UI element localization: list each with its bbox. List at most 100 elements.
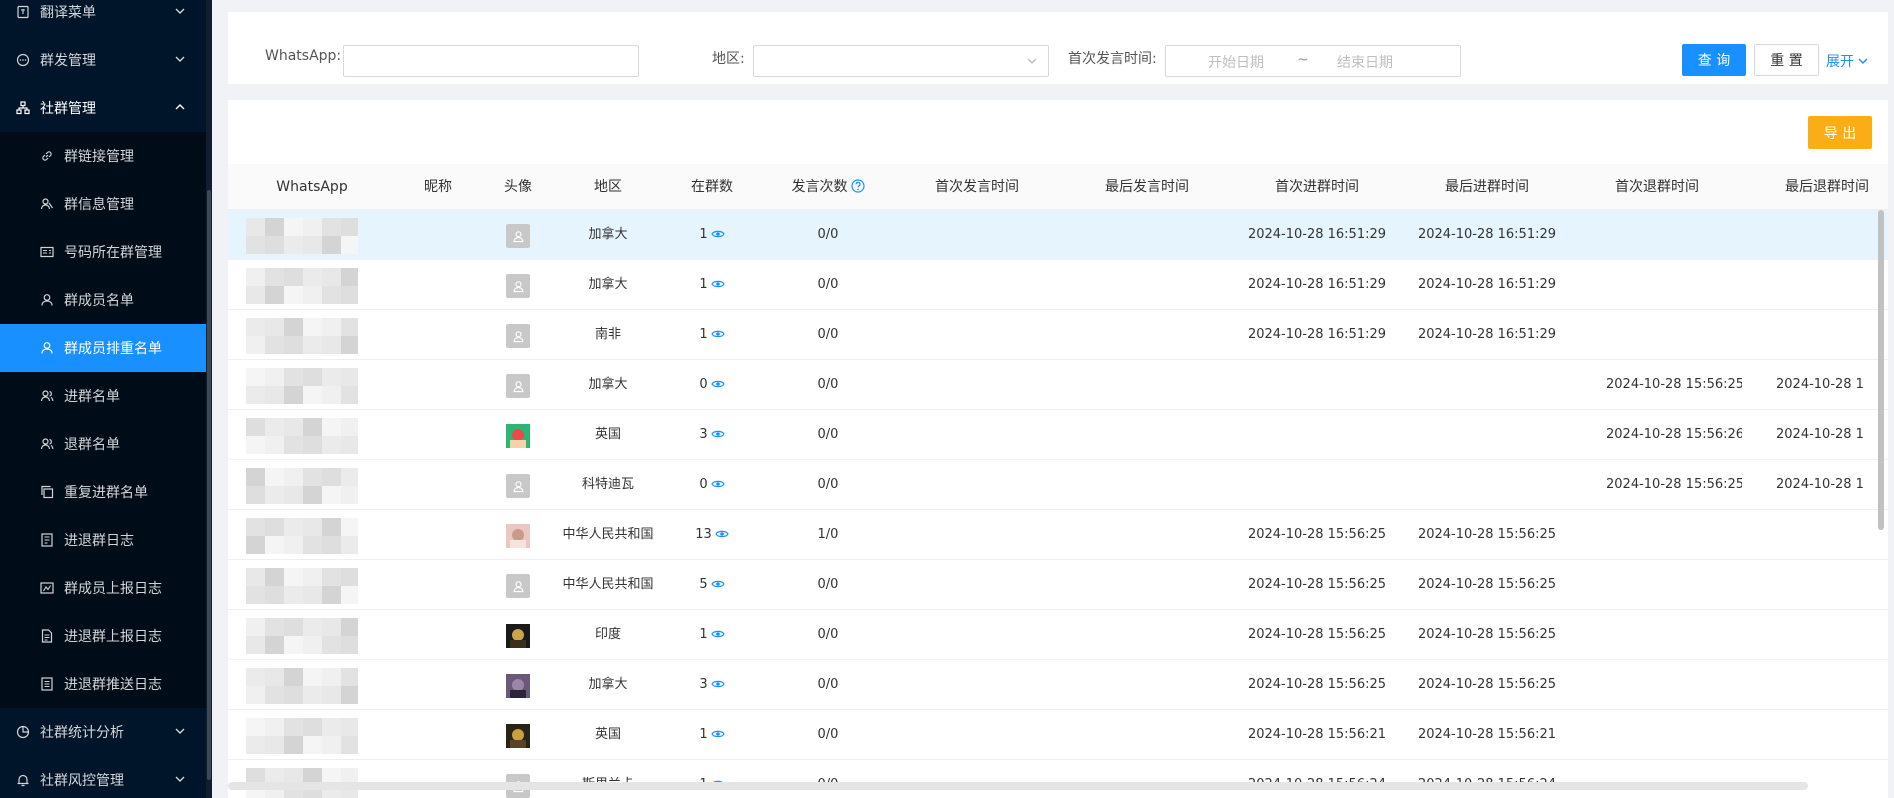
cell-group-count[interactable]: 1 [660,760,764,798]
whatsapp-label: WhatsApp: [265,48,342,64]
eye-icon[interactable] [710,411,725,438]
sidebar-item-label: 进退群上报日志 [64,629,162,645]
cell-first-speak [892,460,1062,510]
cell-value: 0/0 [817,677,839,692]
cell-nickname [396,310,480,360]
cell-group-count[interactable]: 13 [660,510,764,560]
query-button[interactable]: 查 询 [1682,44,1746,76]
sidebar-item-11[interactable]: 进退群日志 [0,516,206,564]
sidebar-scrollbar[interactable] [206,0,212,798]
cell-group-count[interactable]: 1 [660,310,764,360]
cell-last-speak [1062,510,1232,560]
table-row[interactable]: 加拿大 0 0/0 2024-10-28 15:56:25 2024-10-28 1 [228,360,1888,410]
sidebar-item-13[interactable]: 进退群上报日志 [0,612,206,660]
region-label: 地区: [712,51,745,67]
cell-group-count[interactable]: 3 [660,660,764,710]
column-header-label: 首次退群时间 [1615,179,1699,195]
sidebar-item-1[interactable]: 群发管理 [0,36,206,84]
sidebar-item-12[interactable]: 群成员上报日志 [0,564,206,612]
cell-value: 0/0 [817,627,839,642]
eye-icon[interactable] [715,511,729,538]
export-button[interactable]: 导 出 [1808,116,1872,149]
table-row[interactable]: 印度 1 0/0 2024-10-28 15:56:25 2024-10-28 15:5… [228,610,1888,660]
cell-value: 1 [699,327,708,342]
sidebar-item-8[interactable]: 进群名单 [0,372,206,420]
cell-group-count[interactable]: 1 [660,260,764,310]
expand-link[interactable]: 展开 [1826,51,1869,71]
cell-speak-count: 0/0 [764,260,892,310]
cell-value: 3 [699,677,708,692]
sidebar-item-14[interactable]: 进退群推送日志 [0,660,206,708]
question-circle-icon[interactable] [850,166,865,193]
cell-value: 2024-10-28 16:51:29 [1417,227,1557,242]
cell-value: 2024-10-28 16:51:29 [1247,327,1387,342]
cell-group-count[interactable]: 5 [660,560,764,610]
cell-first-leave [1572,760,1742,798]
cell-group-count[interactable]: 0 [660,460,764,510]
eye-icon[interactable] [710,561,725,588]
table-row[interactable]: 加拿大 3 0/0 2024-10-28 15:56:25 2024-10-28 15:… [228,660,1888,710]
cell-last-speak [1062,710,1232,760]
redacted-whatsapp-number [246,718,360,754]
cell-value: 5 [699,577,708,592]
sidebar-item-6[interactable]: 群成员名单 [0,276,206,324]
default-avatar-icon [506,324,530,348]
sidebar-item-4[interactable]: 群信息管理 [0,180,206,228]
sidebar-item-16[interactable]: 社群风控管理 [0,756,206,798]
table-row[interactable]: 中华人民共和国 13 1/0 2024-10-28 15:56:25 2024-10-2… [228,510,1888,560]
col-last-leave-time-header: 最后退群时间 [1742,164,1888,210]
eye-icon[interactable] [710,711,725,738]
sidebar-item-9[interactable]: 退群名单 [0,420,206,468]
sidebar-item-0[interactable]: 翻译菜单 [0,0,206,36]
eye-icon[interactable] [710,311,725,338]
table-row[interactable]: 加拿大 1 0/0 2024-10-28 16:51:29 2024-10-28 16:… [228,260,1888,310]
end-date-input[interactable]: 结束日期 [1337,52,1393,72]
reset-button[interactable]: 重 置 [1754,44,1819,76]
cell-last-speak [1062,760,1232,798]
cell-group-count[interactable]: 0 [660,360,764,410]
eye-icon[interactable] [710,261,725,288]
sidebar-item-10[interactable]: 重复进群名单 [0,468,206,516]
sidebar-scrollbar-thumb[interactable] [207,190,211,780]
sidebar-item-7[interactable]: 群成员排重名单 [0,324,206,372]
table-row[interactable]: 斯里兰卡10/0 2024-10-28 15:56:242024-10-28 15… [228,760,1888,798]
table-vertical-scrollbar[interactable] [1878,210,1884,530]
eye-icon[interactable] [710,661,725,688]
cell-group-count[interactable]: 1 [660,210,764,260]
cell-group-count[interactable]: 1 [660,610,764,660]
eye-icon[interactable] [710,361,725,388]
cell-value: 2024-10-28 1 [1776,427,1864,442]
eye-icon[interactable] [710,761,725,788]
table-row[interactable]: 加拿大 1 0/0 2024-10-28 16:51:29 2024-10-28 16:… [228,210,1888,260]
cell-first-join: 2024-10-28 15:56:25 [1232,510,1402,560]
table-horizontal-scrollbar[interactable] [228,782,1808,790]
chevron-down-icon [174,773,186,785]
cell-first-join [1232,410,1402,460]
cell-first-leave: 2024-10-28 15:56:26 [1572,410,1742,460]
chevron-down-icon [174,5,186,17]
sidebar-item-5[interactable]: 号码所在群管理 [0,228,206,276]
redacted-whatsapp-number [246,368,360,404]
start-date-input[interactable]: 开始日期 [1208,52,1264,72]
cell-last-speak [1062,610,1232,660]
cell-value: 0/0 [817,577,839,592]
sidebar-item-3[interactable]: 群链接管理 [0,132,206,180]
table-row[interactable]: 英国 3 0/0 2024-10-28 15:56:26 2024-10-28 1 [228,410,1888,460]
cell-first-join: 2024-10-28 16:51:29 [1232,260,1402,310]
cell-group-count[interactable]: 1 [660,710,764,760]
whatsapp-input[interactable] [343,45,639,77]
eye-icon[interactable] [710,611,725,638]
cell-region: 加拿大 [556,210,660,260]
sidebar-item-15[interactable]: 社群统计分析 [0,708,206,756]
region-select[interactable] [753,45,1049,77]
table-row[interactable]: 科特迪瓦 0 0/0 2024-10-28 15:56:25 2024-10-28 1 [228,460,1888,510]
eye-icon[interactable] [710,211,725,238]
sidebar-item-2[interactable]: 社群管理 [0,84,206,132]
cell-group-count[interactable]: 3 [660,410,764,460]
table-row[interactable]: 中华人民共和国 5 0/0 2024-10-28 15:56:25 2024-10-28… [228,560,1888,610]
table-row[interactable]: 南非 1 0/0 2024-10-28 16:51:29 2024-10-28 16:5… [228,310,1888,360]
eye-icon[interactable] [710,461,725,488]
cell-nickname [396,460,480,510]
sidebar-item-label: 社群风控管理 [40,773,124,789]
table-row[interactable]: 英国 1 0/0 2024-10-28 15:56:21 2024-10-28 15:5… [228,710,1888,760]
